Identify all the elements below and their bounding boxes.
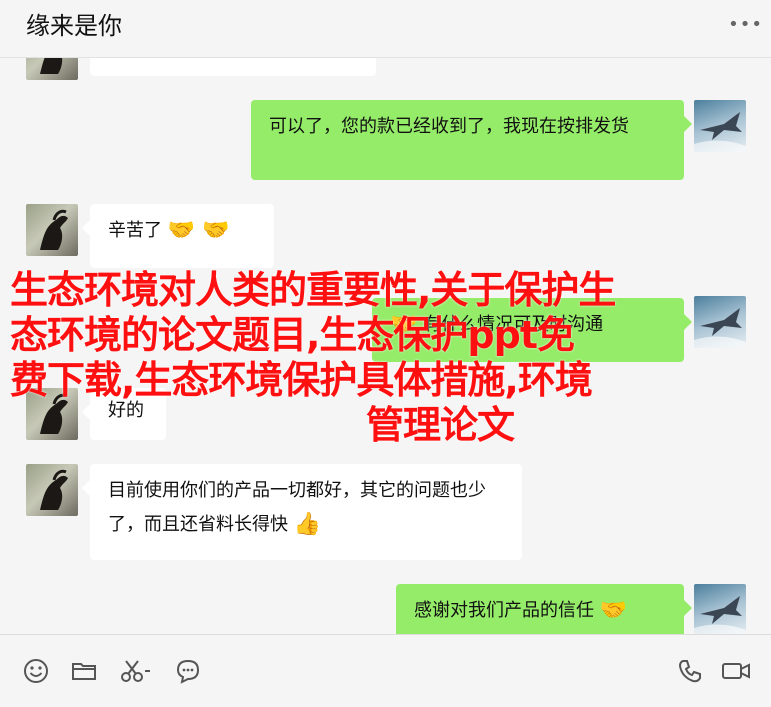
video-icon[interactable]	[720, 657, 752, 685]
chat-bubble-icon[interactable]	[174, 657, 202, 685]
message-bubble-sent: 可以了，您的款已经收到了，我现在按排发货	[251, 100, 692, 180]
message-text: 感谢对我们产品的信任	[414, 600, 594, 621]
overlay-line-3: 费下载,生态环境保护具体措施,环境	[10, 358, 593, 402]
watermark-overlay-text: 生态环境对人类的重要性,关于保护生 态环境的论文题目,生态保护ppt免 费下载,…	[10, 268, 750, 448]
chat-title: 缘来是你	[26, 12, 122, 40]
overlay-line-4: 管理论文	[365, 403, 515, 447]
folder-icon[interactable]	[70, 657, 98, 685]
overlay-line-2: 态环境的论文题目,生态保护ppt免	[10, 313, 575, 357]
horse-avatar[interactable]	[26, 464, 78, 516]
message-bubble-received: 辛苦了 🤝 🤝	[82, 204, 274, 268]
chat-header: 缘来是你 •••	[0, 0, 771, 58]
handshake-emoji-icon: 🤝	[599, 598, 628, 623]
scissors-icon[interactable]	[118, 657, 152, 685]
phone-icon[interactable]	[676, 657, 704, 685]
horse-avatar[interactable]	[26, 204, 78, 256]
jet-avatar[interactable]	[694, 584, 746, 634]
horse-avatar[interactable]	[26, 58, 78, 80]
message-text: 可以了，您的款已经收到了，我现在按排发货	[269, 116, 629, 137]
overlay-line-1: 生态环境对人类的重要性,关于保护生	[10, 268, 616, 312]
jet-avatar[interactable]	[694, 100, 746, 152]
message-bubble-sent: 感谢对我们产品的信任 🤝	[396, 584, 692, 634]
handshake-emoji-icon: 🤝 🤝	[167, 218, 230, 243]
input-toolbar	[0, 634, 771, 707]
message-bubble-received	[90, 58, 376, 76]
thumbs-up-emoji-icon: 👍	[293, 512, 322, 537]
message-text: 辛苦了	[108, 220, 162, 241]
more-dots-icon[interactable]: •••	[728, 14, 763, 35]
message-bubble-received: 目前使用你们的产品一切都好，其它的问题也少了，而且还省料长得快 👍	[82, 464, 522, 560]
emoji-icon[interactable]	[22, 657, 50, 685]
